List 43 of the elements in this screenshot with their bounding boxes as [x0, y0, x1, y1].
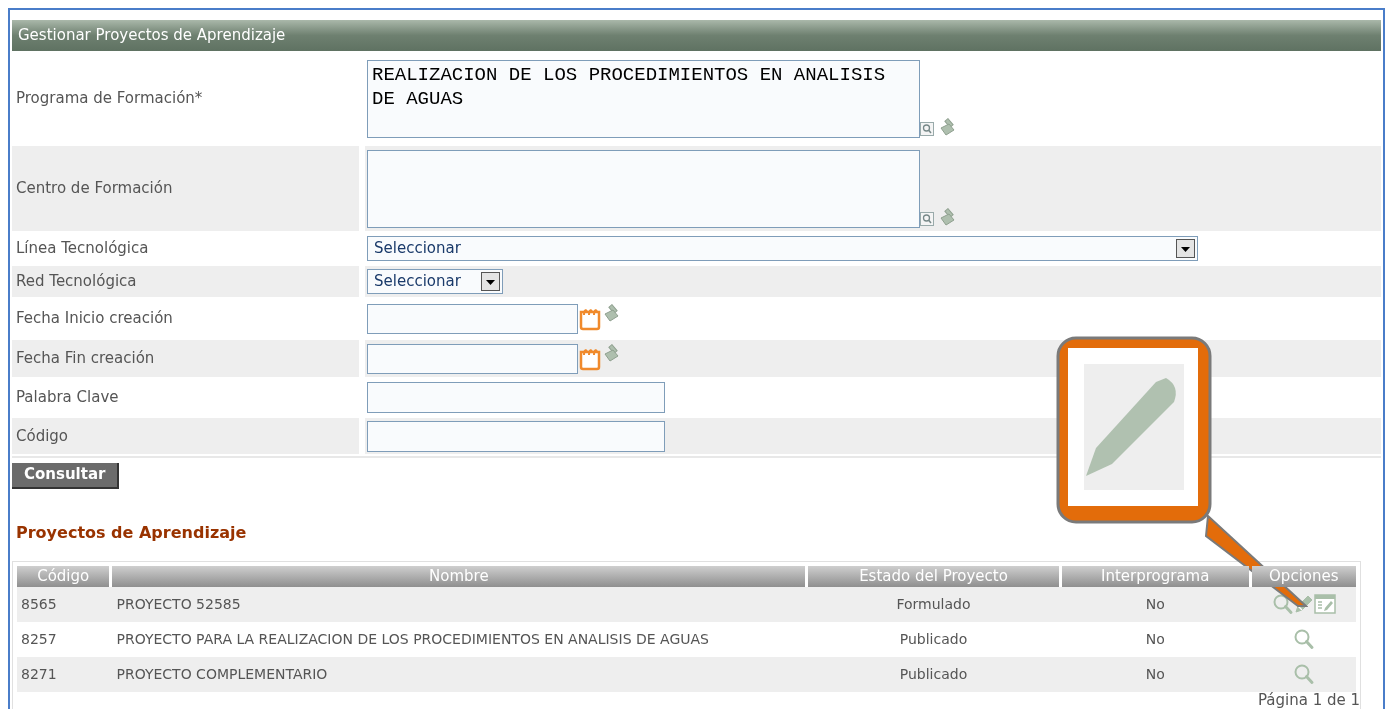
search-icon[interactable] — [1292, 663, 1315, 685]
select-field[interactable]: Seleccionar — [367, 269, 503, 294]
calendar-icon[interactable] — [578, 346, 602, 371]
search-icon[interactable] — [1271, 593, 1294, 615]
table-cell-text: No — [1145, 664, 1165, 684]
table-cell-text: No — [1145, 629, 1165, 649]
section-title: Proyectos de Aprendizaje — [15, 521, 248, 544]
table-cell-text: Formulado — [896, 594, 971, 614]
table-cell-text: PROYECTO 52585 — [116, 594, 241, 614]
date-field[interactable] — [367, 343, 578, 374]
select-field[interactable]: Seleccionar — [367, 236, 1198, 261]
date-field[interactable] — [367, 303, 578, 334]
field-label: Fecha Inicio creación — [16, 308, 173, 330]
column-header: Opciones — [1251, 565, 1356, 587]
field-label: Fecha Fin creación — [16, 348, 155, 370]
table-cell-text: 8565 — [21, 594, 57, 614]
form-edit-icon[interactable] — [1313, 594, 1336, 614]
text-field[interactable] — [367, 420, 665, 452]
field-label: Red Tecnológica — [16, 271, 137, 293]
table-cell-text: Publicado — [899, 629, 968, 649]
column-header: Código — [17, 565, 110, 587]
panel-title: Gestionar Proyectos de Aprendizaje — [12, 20, 1381, 51]
column-header: Estado del Proyecto — [808, 565, 1059, 587]
field-label: Palabra Clave — [16, 387, 119, 409]
field-label: Línea Tecnológica — [16, 238, 149, 260]
column-header: Interprograma — [1061, 565, 1249, 587]
textarea-field[interactable]: REALIZACION DE LOS PROCEDIMIENTOS EN ANALISIS DE AGUAS — [367, 59, 920, 138]
search-icon[interactable] — [1292, 628, 1315, 650]
text-field[interactable] — [367, 382, 665, 413]
search-button[interactable]: Consultar — [12, 462, 120, 489]
table-cell-text: 8257 — [21, 629, 57, 649]
pagination-text: Página 1 de 1 — [1257, 690, 1360, 709]
column-header: Nombre — [112, 565, 806, 587]
table-cell-text: No — [1145, 594, 1165, 614]
textarea-field[interactable] — [367, 149, 920, 228]
table-cell-text: PROYECTO COMPLEMENTARIO — [116, 664, 328, 684]
field-label: Programa de Formación* — [16, 88, 203, 110]
calendar-icon[interactable] — [578, 306, 602, 331]
table-cell-text: PROYECTO PARA LA REALIZACION DE LOS PROCEDIMIENTOS EN ANALISIS DE AGUAS — [116, 629, 709, 649]
table-cell-text: 8271 — [21, 664, 57, 684]
table-cell-text: Publicado — [899, 664, 968, 684]
field-label: Centro de Formación — [16, 178, 173, 200]
field-label: Código — [16, 425, 69, 447]
